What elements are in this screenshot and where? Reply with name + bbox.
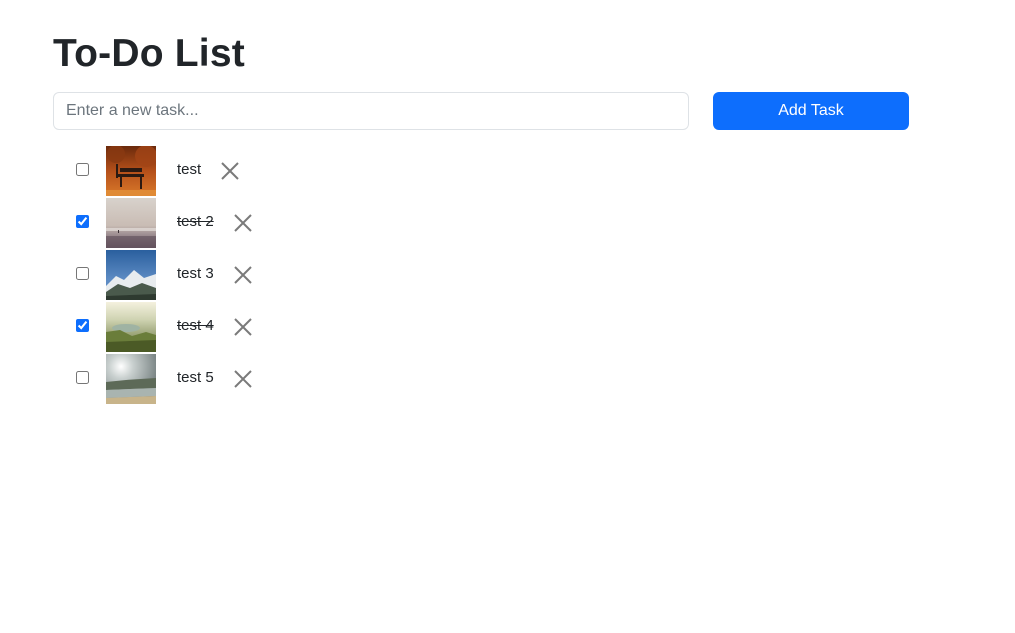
task-text: test 2 [177,213,214,230]
task-checkbox[interactable] [76,319,89,332]
task-item: test 3 [0,250,400,302]
add-task-button[interactable]: Add Task [713,92,909,130]
task-item: test 4 [0,302,400,354]
task-text: test 5 [177,369,214,386]
close-icon[interactable] [234,214,252,232]
page-title: To-Do List [53,32,245,75]
task-list: test test 2 test 3 test 4 test 5 [0,146,400,406]
close-icon[interactable] [234,318,252,336]
close-icon[interactable] [234,370,252,388]
task-item: test 5 [0,354,400,406]
task-thumbnail [106,146,156,196]
task-thumbnail [106,354,156,404]
task-text: test 3 [177,265,214,282]
task-item: test [0,146,400,198]
task-item: test 2 [0,198,400,250]
task-text: test 4 [177,317,214,334]
task-checkbox[interactable] [76,163,89,176]
close-icon[interactable] [234,266,252,284]
task-checkbox[interactable] [76,267,89,280]
task-text: test [177,161,202,178]
task-checkbox[interactable] [76,215,89,228]
close-icon[interactable] [221,162,239,180]
task-thumbnail [106,302,156,352]
task-checkbox[interactable] [76,371,89,384]
task-thumbnail [106,198,156,248]
new-task-input[interactable] [53,92,689,130]
task-thumbnail [106,250,156,300]
